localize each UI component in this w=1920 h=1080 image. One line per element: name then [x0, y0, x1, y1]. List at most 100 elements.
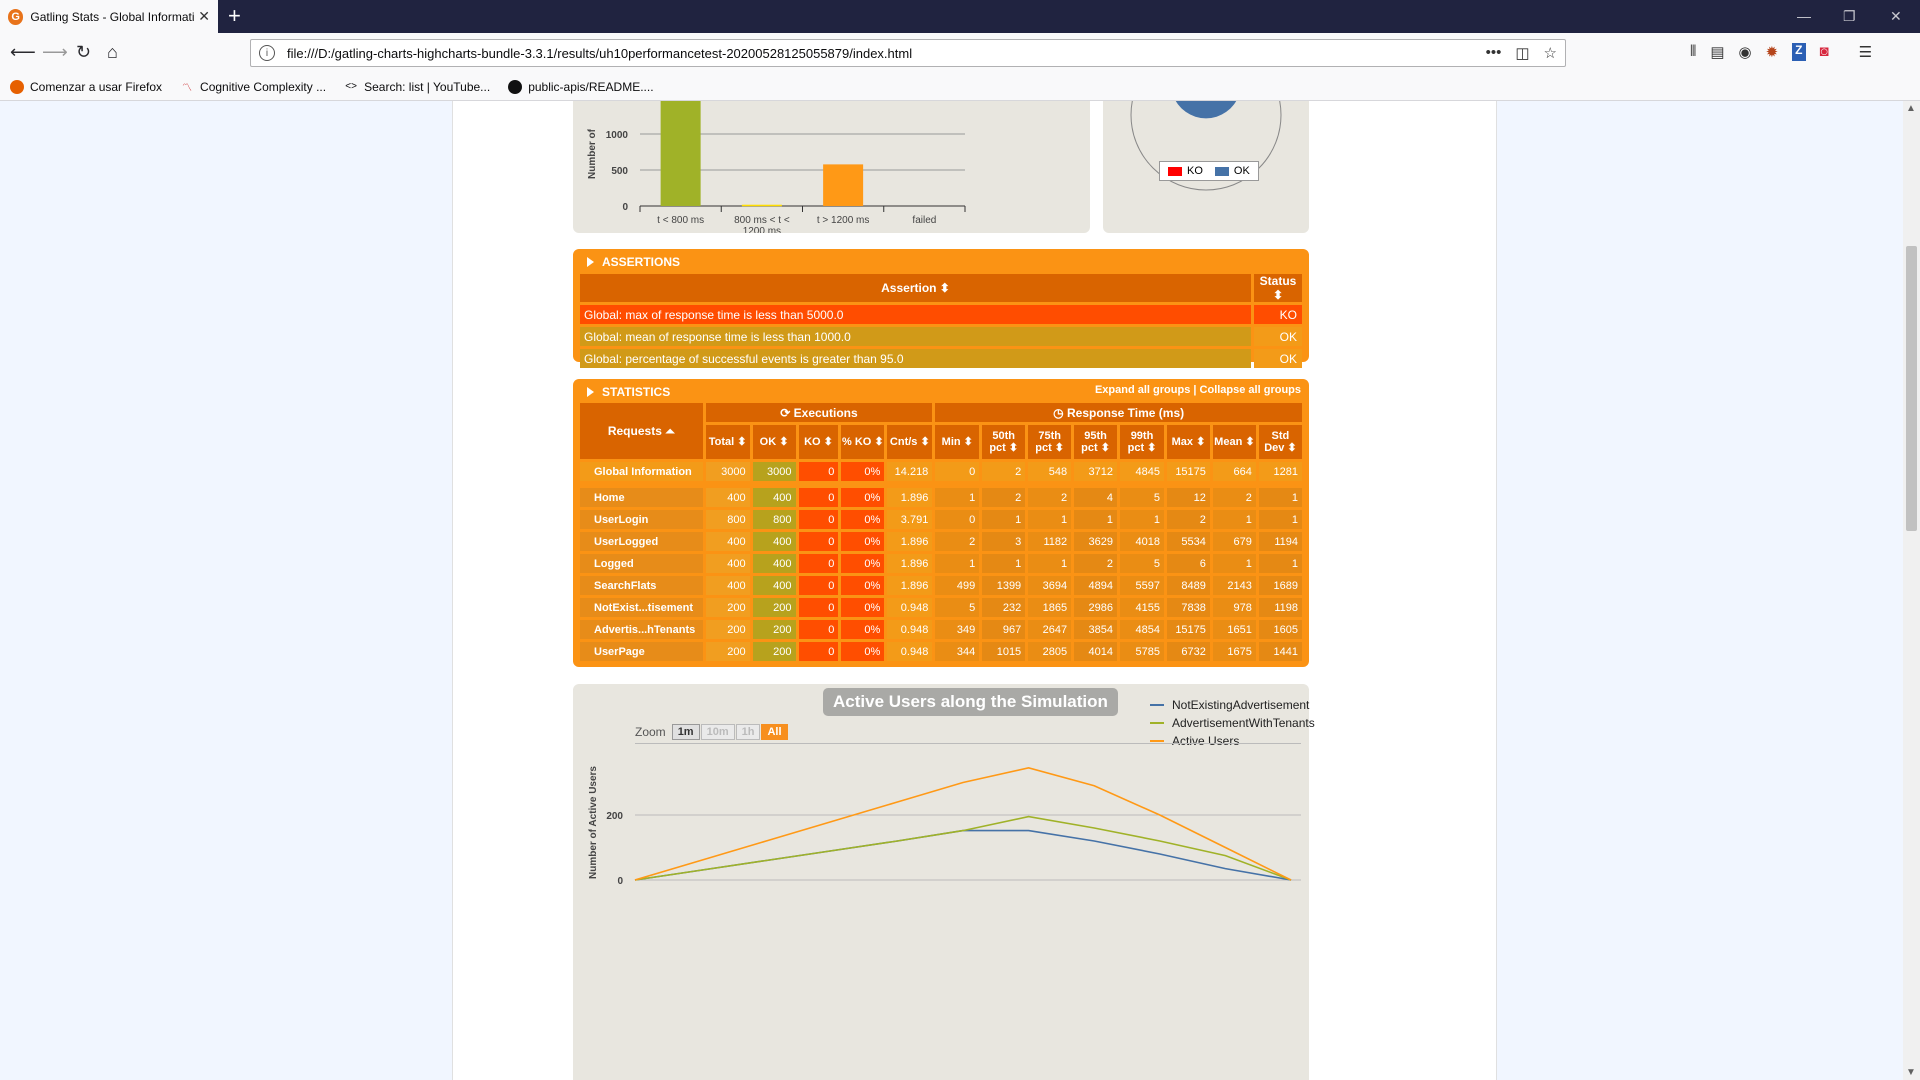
extension-sun-icon[interactable]: ✹ [1766, 43, 1779, 61]
column-header[interactable]: KO ⬍ [798, 425, 839, 459]
site-info-icon[interactable]: i [259, 45, 275, 61]
column-header[interactable]: Mean ⬍ [1212, 425, 1256, 459]
library-icon[interactable]: ⫴ [1690, 43, 1696, 61]
account-icon[interactable]: ◉ [1739, 43, 1752, 61]
request-name[interactable]: UserLogged [580, 532, 703, 551]
stat-cell: 400 [752, 532, 796, 551]
distribution-bar[interactable] [741, 204, 782, 207]
extension-red-icon[interactable]: ◙ [1820, 43, 1829, 61]
stat-cell: 4018 [1120, 532, 1164, 551]
extension-z-icon[interactable]: Z [1792, 43, 1806, 61]
bookmark-item[interactable]: 〽 Cognitive Complexity ... [180, 80, 326, 95]
request-name[interactable]: UserPage [580, 642, 703, 661]
column-header[interactable]: % KO ⬍ [841, 425, 885, 459]
request-name[interactable]: Logged [580, 554, 703, 573]
distribution-bar[interactable] [823, 164, 864, 206]
legend-ko[interactable]: KO [1168, 165, 1203, 177]
request-name[interactable]: UserLogin [580, 510, 703, 529]
column-header[interactable]: Total ⬍ [705, 425, 750, 459]
status-column-header[interactable]: Status ⬍ [1254, 274, 1302, 302]
browser-tab[interactable]: G Gatling Stats - Global Informati ✕ [0, 0, 218, 33]
column-header[interactable]: Std Dev ⬍ [1258, 425, 1302, 459]
request-name[interactable]: Advertis...hTenants [580, 620, 703, 639]
distribution-bar[interactable] [660, 101, 701, 206]
distribution-chart: 0 500 1000 Number of t < 800 ms 800 ms < t <1… [587, 101, 966, 237]
stat-cell: 5 [1120, 488, 1164, 507]
assertion-text: Global: percentage of successful events … [580, 349, 1251, 368]
stat-cell: 3.791 [887, 510, 933, 529]
pocket-icon[interactable]: ◫ [1515, 44, 1529, 62]
series-line[interactable] [634, 767, 1292, 881]
x-category-label: t < 800 ms [657, 215, 704, 226]
bookmarks-toolbar: Comenzar a usar Firefox 〽 Cognitive Comp… [0, 73, 1920, 101]
column-header[interactable]: Cnt/s ⬍ [887, 425, 933, 459]
scrollbar-thumb[interactable] [1906, 246, 1917, 531]
page-scrollbar[interactable]: ▲ ▼ [1903, 101, 1920, 1080]
stat-cell: 0.948 [887, 642, 933, 661]
home-icon[interactable]: ⌂ [107, 42, 118, 62]
bookmark-label: public-apis/README.... [528, 79, 654, 94]
request-name[interactable]: Home [580, 488, 703, 507]
x-category-label: t > 1200 ms [817, 215, 870, 226]
bookmark-item[interactable]: public-apis/README.... [508, 79, 654, 94]
close-tab-icon[interactable]: ✕ [198, 8, 210, 25]
stat-cell: 3854 [1074, 620, 1118, 639]
refresh-icon: ⟳ [780, 405, 794, 420]
expand-all-groups-link[interactable]: Expand all groups [1095, 384, 1190, 396]
y-tick-label: 500 [611, 166, 628, 177]
restore-icon[interactable]: ❐ [1843, 8, 1856, 25]
legend-ok[interactable]: OK [1214, 165, 1250, 177]
executions-group-header: ⟳ Executions [705, 403, 933, 422]
column-header[interactable]: Max ⬍ [1166, 425, 1210, 459]
back-icon[interactable]: ⟵ [10, 42, 36, 62]
column-header[interactable]: OK ⬍ [752, 425, 796, 459]
assertion-column-header[interactable]: Assertion ⬍ [580, 274, 1251, 302]
collapse-all-groups-link[interactable]: Collapse all groups [1200, 384, 1301, 396]
assertions-toggle[interactable]: ASSERTIONS [587, 255, 680, 269]
bookmark-item[interactable]: Comenzar a usar Firefox [10, 79, 162, 94]
url-text[interactable]: file:///D:/gatling-charts-highcharts-bun… [287, 46, 1486, 61]
stat-cell: 0% [841, 510, 885, 529]
requests-column-header[interactable]: Requests ⏶ [580, 403, 703, 459]
column-header-text: Std [1271, 430, 1290, 442]
url-bar[interactable]: i file:///D:/gatling-charts-highcharts-b… [250, 39, 1566, 67]
new-tab-icon[interactable]: + [228, 4, 241, 28]
series-line[interactable] [634, 829, 1292, 881]
forward-icon[interactable]: ⟶ [42, 42, 68, 62]
sidebar-icon[interactable]: ▤ [1710, 43, 1724, 61]
request-name[interactable]: Global Information [580, 462, 703, 481]
minimize-icon[interactable]: — [1797, 8, 1811, 24]
page-actions-icon[interactable]: ••• [1486, 44, 1502, 62]
bookmark-item[interactable]: <> Search: list | YouTube... [344, 80, 490, 94]
request-stats-row: SearchFlats 400 400 0 0% 1.896 499 1399 3694 4894… [580, 576, 1302, 595]
column-header[interactable]: 50th pct ⬍ [982, 425, 1026, 459]
stat-cell: 679 [1212, 532, 1256, 551]
column-header[interactable]: Min ⬍ [935, 425, 980, 459]
stat-cell: 967 [982, 620, 1026, 639]
scroll-down-arrow-icon[interactable]: ▼ [1906, 1067, 1916, 1078]
window-close-icon[interactable]: ✕ [1890, 8, 1902, 25]
series-line[interactable] [634, 815, 1292, 881]
column-header-text: Max ⬍ [1171, 436, 1206, 448]
statistics-table: Requests ⏶ ⟳ Executions ◷ Response Time (m… [577, 400, 1305, 664]
bookmark-star-icon[interactable]: ☆ [1544, 44, 1557, 62]
statistics-toggle[interactable]: STATISTICS [587, 385, 670, 399]
column-header[interactable]: 95th pct ⬍ [1074, 425, 1118, 459]
link-separator: | [1193, 384, 1197, 396]
menu-icon[interactable]: ☰ [1859, 43, 1872, 61]
column-header-text: Cnt/s ⬍ [889, 436, 930, 448]
request-name[interactable]: NotExist...tisement [580, 598, 703, 617]
scroll-up-arrow-icon[interactable]: ▲ [1906, 103, 1916, 114]
assertions-title: ASSERTIONS [602, 255, 681, 269]
reload-icon[interactable]: ↻ [76, 42, 91, 62]
request-name[interactable]: SearchFlats [580, 576, 703, 595]
y-axis-label: Number of Active Users [588, 766, 599, 879]
assertions-table: Assertion ⬍ Status ⬍ Global: max of resp… [577, 271, 1305, 371]
stat-cell: 1865 [1028, 598, 1072, 617]
column-header[interactable]: 99th pct ⬍ [1120, 425, 1164, 459]
request-stats-row: UserLogged 400 400 0 0% 1.896 2 3 1182 3629 4018 55… [580, 532, 1302, 551]
stat-cell: 15175 [1166, 462, 1210, 481]
column-header[interactable]: 75th pct ⬍ [1028, 425, 1072, 459]
row-spacer [580, 484, 1302, 485]
column-header-text: % KO ⬍ [842, 436, 884, 448]
